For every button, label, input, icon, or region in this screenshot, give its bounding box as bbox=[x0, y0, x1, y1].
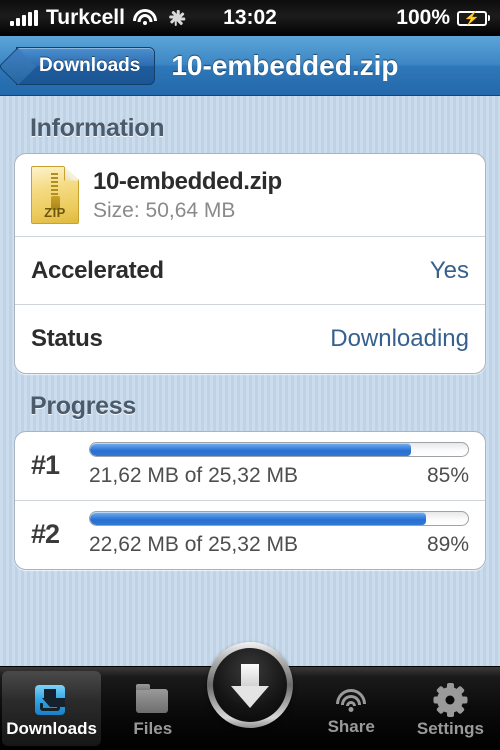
activity-spinner-icon bbox=[165, 7, 187, 29]
tab-downloads-label: Downloads bbox=[6, 718, 97, 738]
wifi-icon bbox=[132, 9, 157, 27]
status-bar-left: Turkcell bbox=[10, 6, 187, 30]
signal-bars-icon bbox=[10, 10, 38, 26]
accelerated-value: Yes bbox=[429, 256, 469, 284]
progress-row[interactable]: #2 22,62 MB of 25,32 MB 89% bbox=[15, 501, 485, 569]
folder-icon bbox=[135, 683, 170, 715]
tab-share[interactable]: Share bbox=[302, 667, 401, 750]
status-label: Status bbox=[31, 325, 103, 352]
tab-downloads[interactable]: Downloads bbox=[2, 671, 102, 746]
wifi-share-icon bbox=[335, 687, 367, 713]
progress-body: 21,62 MB of 25,32 MB 85% bbox=[89, 442, 469, 488]
progress-detail-label: 21,62 MB of 25,32 MB bbox=[89, 464, 298, 487]
progress-card: #1 21,62 MB of 25,32 MB 85% #2 22,62 MB … bbox=[14, 431, 486, 570]
progress-row[interactable]: #1 21,62 MB of 25,32 MB 85% bbox=[15, 432, 485, 501]
download-center-button[interactable] bbox=[207, 642, 293, 728]
progress-percent-label: 89% bbox=[426, 533, 469, 556]
content-scroll-area[interactable]: Information ZIP 10-embedded.zip Size: 50… bbox=[0, 96, 500, 666]
tab-settings[interactable]: Settings bbox=[401, 667, 500, 750]
battery-charging-icon: ⚡ bbox=[457, 10, 490, 26]
progress-bar-fill bbox=[90, 443, 412, 456]
information-section-header: Information bbox=[30, 114, 165, 142]
back-button-label: Downloads bbox=[39, 54, 141, 76]
file-meta: 10-embedded.zip Size: 50,64 MB bbox=[93, 168, 282, 223]
file-size-label: Size: 50,64 MB bbox=[93, 198, 236, 222]
accelerated-label: Accelerated bbox=[31, 256, 164, 284]
download-arrow-icon bbox=[231, 662, 269, 708]
status-bar-right: 100% ⚡ bbox=[396, 6, 490, 30]
information-card: ZIP 10-embedded.zip Size: 50,64 MB Accel… bbox=[14, 153, 486, 374]
back-button[interactable]: Downloads bbox=[16, 46, 156, 85]
status-row[interactable]: Status Downloading bbox=[15, 305, 485, 373]
battery-percent-label: 100% bbox=[396, 6, 450, 29]
progress-percent-label: 85% bbox=[426, 464, 469, 487]
progress-body: 22,62 MB of 25,32 MB 89% bbox=[89, 511, 469, 557]
progress-number-label: #2 bbox=[31, 518, 60, 549]
progress-detail-label: 22,62 MB of 25,32 MB bbox=[89, 533, 298, 556]
accelerated-row[interactable]: Accelerated Yes bbox=[15, 237, 485, 305]
file-info-row[interactable]: ZIP 10-embedded.zip Size: 50,64 MB bbox=[15, 154, 485, 237]
gear-icon bbox=[433, 682, 468, 717]
progress-section-header: Progress bbox=[30, 392, 136, 420]
carrier-label: Turkcell bbox=[46, 6, 125, 29]
tab-files[interactable]: Files bbox=[103, 667, 202, 750]
tab-files-label: Files bbox=[133, 718, 173, 738]
progress-text: 22,62 MB of 25,32 MB 89% bbox=[89, 533, 469, 557]
progress-bar bbox=[89, 511, 469, 526]
navigation-bar: Downloads 10-embedded.zip bbox=[0, 36, 500, 96]
zip-icon-label: ZIP bbox=[44, 205, 66, 220]
file-name-label: 10-embedded.zip bbox=[93, 167, 282, 195]
tab-settings-label: Settings bbox=[416, 718, 484, 738]
progress-text: 21,62 MB of 25,32 MB 85% bbox=[89, 464, 469, 488]
status-value: Downloading bbox=[330, 325, 469, 352]
downloads-tray-icon bbox=[34, 684, 69, 715]
tab-share-label: Share bbox=[327, 716, 375, 736]
page-title: 10-embedded.zip bbox=[171, 49, 399, 81]
progress-bar bbox=[89, 442, 469, 457]
status-bar: Turkcell 13:02 100% ⚡ bbox=[0, 0, 500, 36]
progress-bar-fill bbox=[90, 512, 427, 525]
progress-number-label: #1 bbox=[31, 449, 60, 480]
zip-file-icon: ZIP bbox=[31, 166, 79, 224]
